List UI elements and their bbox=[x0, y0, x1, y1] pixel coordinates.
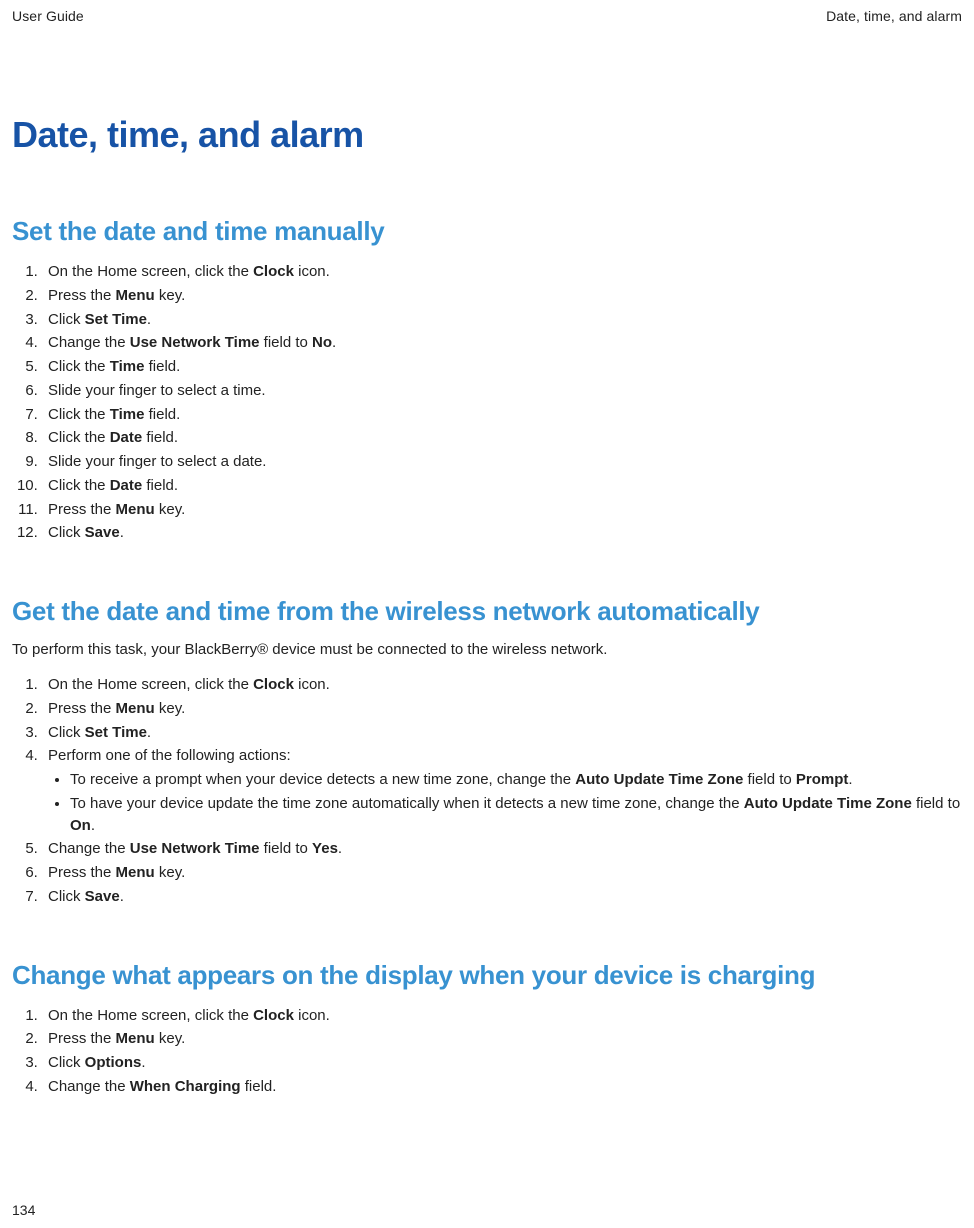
section1-heading: Set the date and time manually bbox=[12, 216, 962, 247]
section-get-date-time-network: Get the date and time from the wireless … bbox=[12, 596, 962, 908]
section3-steps: On the Home screen, click the Clock icon… bbox=[12, 1005, 962, 1098]
section2-step: Change the Use Network Time field to Yes… bbox=[42, 838, 962, 860]
section2-steps: On the Home screen, click the Clock icon… bbox=[12, 674, 962, 908]
section1-step: Press the Menu key. bbox=[42, 499, 962, 521]
section3-step: Click Options. bbox=[42, 1052, 962, 1074]
section2-substeps: To receive a prompt when your device det… bbox=[48, 769, 962, 836]
section1-steps: On the Home screen, click the Clock icon… bbox=[12, 261, 962, 544]
section2-step: On the Home screen, click the Clock icon… bbox=[42, 674, 962, 696]
header-left: User Guide bbox=[12, 8, 84, 24]
section1-step: Slide your finger to select a date. bbox=[42, 451, 962, 473]
page-number: 134 bbox=[12, 1202, 35, 1218]
section1-step: On the Home screen, click the Clock icon… bbox=[42, 261, 962, 283]
section2-step: Press the Menu key. bbox=[42, 698, 962, 720]
section1-step: Slide your finger to select a time. bbox=[42, 380, 962, 402]
page-container: User Guide Date, time, and alarm Date, t… bbox=[0, 0, 974, 1228]
section3-heading: Change what appears on the display when … bbox=[12, 960, 962, 991]
section2-heading: Get the date and time from the wireless … bbox=[12, 596, 962, 627]
page-header: User Guide Date, time, and alarm bbox=[12, 8, 962, 24]
header-right: Date, time, and alarm bbox=[826, 8, 962, 24]
section3-step: On the Home screen, click the Clock icon… bbox=[42, 1005, 962, 1027]
section3-step: Change the When Charging field. bbox=[42, 1076, 962, 1098]
section2-bullet: To have your device update the time zone… bbox=[70, 793, 962, 837]
page-title: Date, time, and alarm bbox=[12, 114, 962, 156]
section1-step: Press the Menu key. bbox=[42, 285, 962, 307]
section1-step: Change the Use Network Time field to No. bbox=[42, 332, 962, 354]
section2-step: Press the Menu key. bbox=[42, 862, 962, 884]
section2-step: Click Save. bbox=[42, 886, 962, 908]
section1-step: Click the Time field. bbox=[42, 356, 962, 378]
section2-step: Click Set Time. bbox=[42, 722, 962, 744]
section3-step: Press the Menu key. bbox=[42, 1028, 962, 1050]
section2-intro: To perform this task, your BlackBerry® d… bbox=[12, 641, 962, 658]
section-charging-display: Change what appears on the display when … bbox=[12, 960, 962, 1098]
section1-step: Click Set Time. bbox=[42, 309, 962, 331]
section1-step: Click the Date field. bbox=[42, 475, 962, 497]
section1-step: Click the Date field. bbox=[42, 427, 962, 449]
section1-step: Click Save. bbox=[42, 522, 962, 544]
section-set-date-time-manually: Set the date and time manually On the Ho… bbox=[12, 216, 962, 544]
section2-step: Perform one of the following actions: To… bbox=[42, 745, 962, 836]
section2-bullet: To receive a prompt when your device det… bbox=[70, 769, 962, 791]
section1-step: Click the Time field. bbox=[42, 404, 962, 426]
